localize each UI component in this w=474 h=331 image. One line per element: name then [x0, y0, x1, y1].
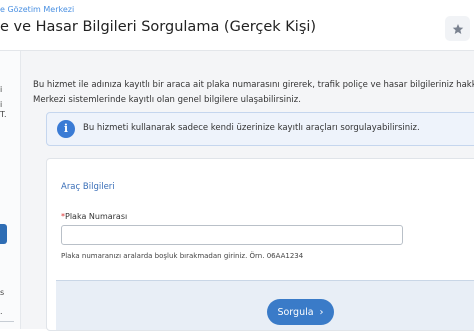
sidebar-item-fragment[interactable]: . [0, 307, 3, 316]
sidebar-item-fragment[interactable]: i [0, 100, 2, 109]
query-button[interactable]: Sorgula › [267, 299, 334, 325]
plate-hint: Plaka numaranızı aralarda boşluk bırakma… [61, 252, 304, 260]
page-title: e ve Hasar Bilgileri Sorgulama (Gerçek K… [0, 19, 317, 35]
plate-label-text: Plaka Numarası [65, 212, 128, 221]
info-icon: i [57, 120, 75, 138]
page-header: e Gözetim Merkezi e ve Hasar Bilgileri S… [0, 0, 474, 51]
intro-line: Merkezi sistemlerinde kayıtlı olan genel… [33, 95, 301, 105]
divider [0, 321, 14, 322]
info-alert: i Bu hizmeti kullanarak sadece kendi üze… [46, 112, 474, 146]
form-footer [56, 280, 474, 330]
intro-text: Bu hizmet ile adınıza kayıtlı bir araca … [33, 78, 474, 108]
breadcrumb[interactable]: e Gözetim Merkezi [0, 5, 74, 14]
section-title: Araç Bilgileri [61, 182, 115, 192]
star-icon [452, 23, 463, 34]
intro-line: Bu hizmet ile adınıza kayıtlı bir araca … [33, 80, 474, 90]
sidebar-item-fragment[interactable]: T. [0, 110, 6, 119]
sidebar-item-fragment[interactable]: i [0, 85, 2, 94]
chevron-right-icon: › [319, 306, 324, 318]
query-button-label: Sorgula [277, 306, 314, 318]
sidebar-active-indicator[interactable] [0, 224, 7, 244]
favorite-button[interactable] [445, 16, 470, 41]
sidebar-item-fragment[interactable]: s [0, 288, 4, 297]
plate-label: *Plaka Numarası [61, 212, 127, 221]
plate-number-input[interactable] [61, 225, 403, 245]
info-text: Bu hizmeti kullanarak sadece kendi üzeri… [83, 123, 420, 133]
sidebar: i i T. s . [0, 51, 21, 329]
